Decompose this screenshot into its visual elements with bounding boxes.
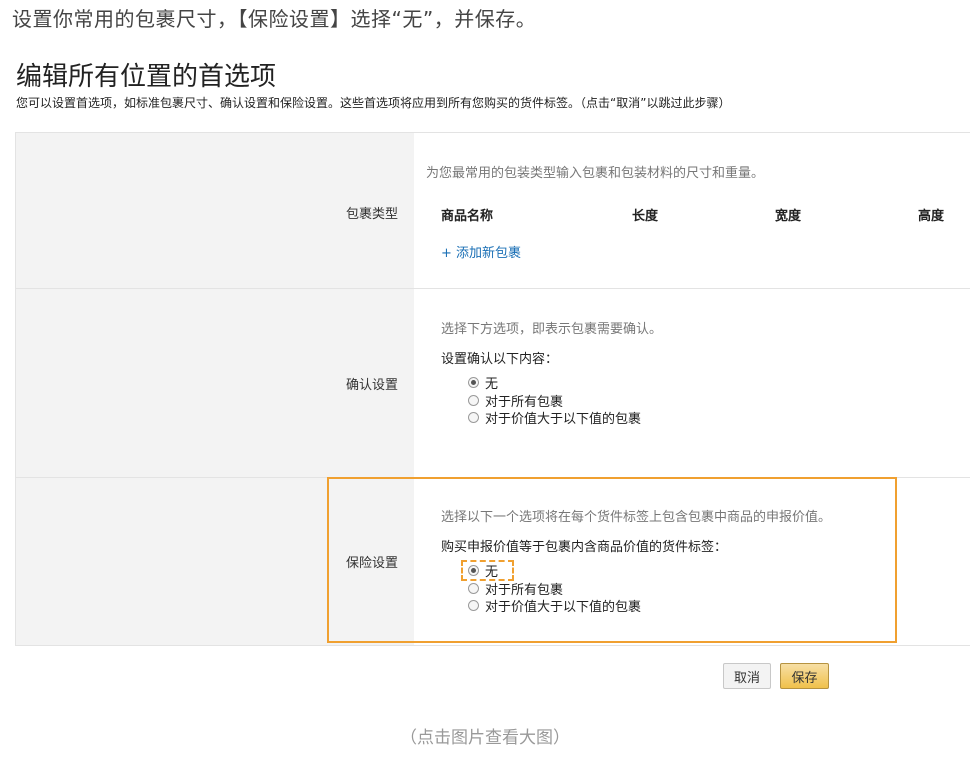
page-title: 编辑所有位置的首选项 bbox=[16, 62, 277, 92]
confirm-sub-label: 设置确认以下内容： bbox=[441, 352, 559, 367]
package-hint: 为您最常用的包装类型输入包裹和包装材料的尺寸和重量。 bbox=[426, 166, 765, 181]
confirm-option-value[interactable]: 对于价值大于以下值的包裹 bbox=[468, 409, 641, 427]
insurance-highlight-frame bbox=[327, 477, 897, 643]
instruction-text: 设置你常用的包裹尺寸，【保险设置】选择“无”，并保存。 bbox=[12, 7, 537, 31]
add-package-link[interactable]: + 添加新包裹 bbox=[441, 242, 521, 261]
confirm-hint: 选择下方选项，即表示包裹需要确认。 bbox=[441, 322, 663, 337]
confirm-option-none[interactable]: 无 bbox=[468, 374, 498, 392]
column-header-length: 长度 bbox=[632, 209, 659, 224]
page-description: 您可以设置首选项，如标准包裹尺寸、确认设置和保险设置。这些首选项将应用到所有您购… bbox=[16, 96, 731, 110]
package-type-label: 包裹类型 bbox=[345, 207, 398, 222]
confirm-option-all[interactable]: 对于所有包裹 bbox=[468, 392, 563, 410]
column-header-height: 高度 bbox=[918, 209, 945, 224]
confirm-settings-label: 确认设置 bbox=[345, 378, 398, 393]
radio-button[interactable] bbox=[468, 412, 479, 423]
image-caption: （点击图片查看大图） bbox=[400, 728, 570, 748]
radio-button[interactable] bbox=[468, 377, 479, 388]
radio-button[interactable] bbox=[468, 395, 479, 406]
row-divider bbox=[16, 288, 970, 289]
save-button[interactable]: 保存 bbox=[780, 663, 829, 689]
column-header-name: 商品名称 bbox=[441, 209, 494, 224]
cancel-button[interactable]: 取消 bbox=[723, 663, 771, 689]
column-header-width: 宽度 bbox=[775, 209, 802, 224]
selected-option-highlight bbox=[461, 560, 514, 581]
